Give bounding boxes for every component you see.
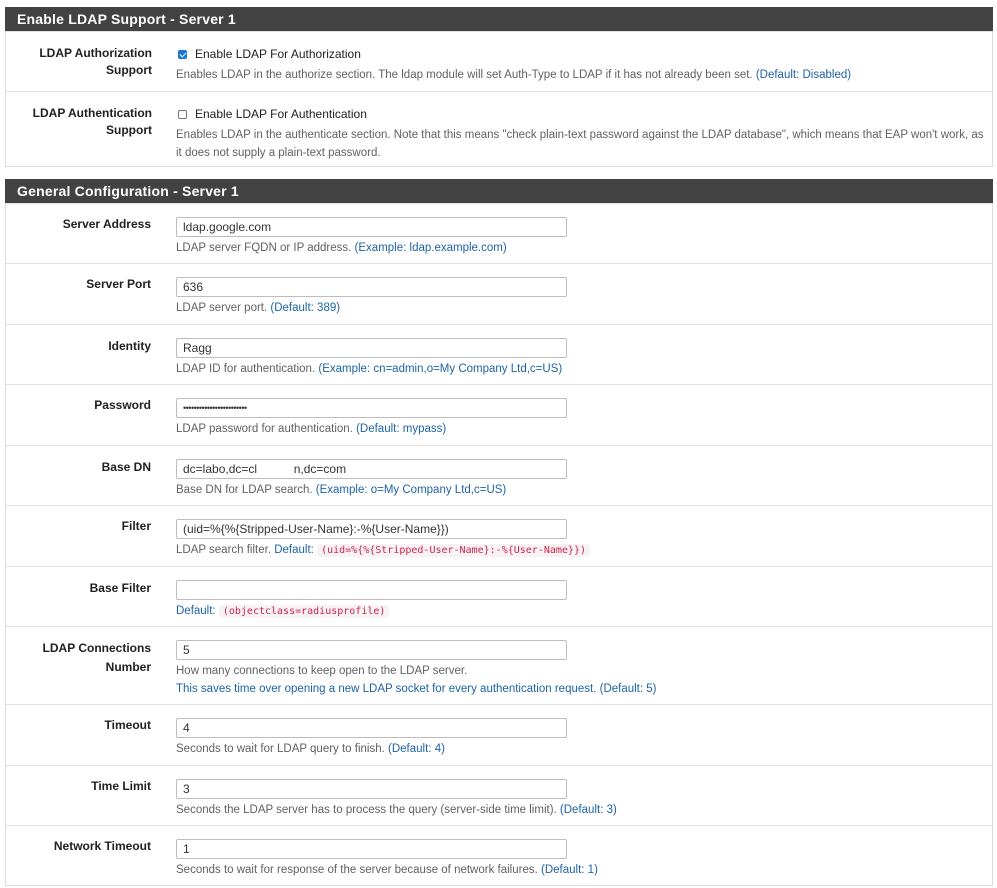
- server-port-default: (Default: 389): [270, 302, 341, 314]
- timeout-input[interactable]: 4: [176, 718, 567, 738]
- ldap-authentication-label: LDAP Authentication Support: [32, 106, 152, 137]
- server-address-help: LDAP server FQDN or IP address.: [176, 242, 352, 254]
- filter-default-prefix: Default:: [274, 544, 314, 556]
- server-port-input[interactable]: 636: [176, 277, 567, 297]
- base-dn-help: Base DN for LDAP search.: [176, 484, 313, 496]
- base-filter-input[interactable]: [176, 580, 567, 600]
- server-port-help: LDAP server port.: [176, 302, 268, 314]
- ldap-authorization-label: LDAP Authorization Support: [39, 46, 152, 77]
- ldap-authentication-checkbox-label[interactable]: Enable LDAP For Authentication: [195, 107, 367, 121]
- base-filter-default-prefix: Default:: [176, 605, 216, 617]
- timeout-help: Seconds to wait for LDAP query to finish…: [176, 743, 385, 755]
- server-address-default: (Example: ldap.example.com): [354, 242, 507, 254]
- general-config-panel: General Configuration - Server 1 Server …: [5, 179, 993, 886]
- network-timeout-help: Seconds to wait for response of the serv…: [176, 864, 538, 876]
- ldap-authentication-checkbox[interactable]: [178, 109, 187, 119]
- filter-help: LDAP search filter.: [176, 544, 272, 556]
- connections-help2: This saves time over opening a new LDAP …: [176, 683, 597, 695]
- identity-default: (Example: cn=admin,o=My Company Ltd,c=US…: [318, 363, 563, 375]
- time-limit-help: Seconds the LDAP server has to process t…: [176, 804, 557, 816]
- identity-input[interactable]: Ragg: [176, 338, 567, 358]
- network-timeout-row: Network Timeout 1 Seconds to wait for re…: [6, 825, 992, 884]
- network-timeout-label: Network Timeout: [53, 839, 151, 853]
- ldap-authorization-default: (Default: Disabled): [755, 69, 852, 81]
- base-dn-default: (Example: o=My Company Ltd,c=US): [315, 484, 507, 496]
- time-limit-label: Time Limit: [91, 779, 151, 793]
- password-help: LDAP password for authentication.: [176, 423, 353, 435]
- filter-input[interactable]: (uid=%{%{Stripped-User-Name}:-%{User-Nam…: [176, 519, 567, 539]
- timeout-row: Timeout 4 Seconds to wait for LDAP query…: [6, 704, 992, 765]
- password-input[interactable]: ••••••••••••••••••••••••: [176, 398, 567, 418]
- network-timeout-default: (Default: 1): [541, 864, 598, 876]
- network-timeout-input[interactable]: 1: [176, 839, 567, 859]
- time-limit-default: (Default: 3): [559, 804, 617, 816]
- base-dn-input[interactable]: dc=labo,dc=cl n,dc=com: [176, 459, 567, 479]
- connections-help: How many connections to keep open to the…: [176, 665, 468, 677]
- connections-row: LDAP Connections Number 5 How many conne…: [6, 626, 992, 704]
- server-port-label: Server Port: [86, 277, 151, 291]
- ldap-support-panel: Enable LDAP Support - Server 1 LDAP Auth…: [5, 7, 993, 167]
- identity-help: LDAP ID for authentication.: [176, 363, 316, 375]
- timeout-label: Timeout: [104, 718, 151, 732]
- server-address-label: Server Address: [62, 217, 151, 231]
- time-limit-input[interactable]: 3: [176, 779, 567, 799]
- panel-title: Enable LDAP Support - Server 1: [5, 7, 993, 31]
- password-label: Password: [94, 398, 151, 412]
- ldap-authentication-row: LDAP Authentication Support Enable LDAP …: [6, 91, 992, 167]
- ldap-authorization-help: Enables LDAP in the authorize section. T…: [176, 69, 753, 81]
- base-dn-row: Base DN dc=labo,dc=cl n,dc=com Base DN f…: [6, 445, 992, 505]
- ldap-authorization-checkbox-label[interactable]: Enable LDAP For Authorization: [195, 47, 361, 61]
- filter-label: Filter: [121, 519, 151, 533]
- server-address-row: Server Address ldap.google.com LDAP serv…: [6, 203, 992, 263]
- connections-label: LDAP Connections Number: [42, 641, 151, 674]
- base-filter-label: Base Filter: [89, 581, 151, 595]
- server-address-input[interactable]: ldap.google.com: [176, 217, 567, 237]
- time-limit-row: Time Limit 3 Seconds the LDAP server has…: [6, 765, 992, 825]
- connections-default: (Default: 5): [599, 683, 657, 695]
- base-filter-row: Base Filter Default: (objectclass=radius…: [6, 566, 992, 626]
- connections-input[interactable]: 5: [176, 640, 567, 660]
- panel-title: General Configuration - Server 1: [5, 179, 993, 203]
- base-dn-label: Base DN: [101, 460, 151, 474]
- filter-row: Filter (uid=%{%{Stripped-User-Name}:-%{U…: [6, 505, 992, 566]
- password-default: (Default: mypass): [356, 423, 447, 435]
- ldap-authentication-help: Enables LDAP in the authenticate section…: [176, 129, 984, 159]
- ldap-authorization-checkbox[interactable]: [178, 49, 187, 59]
- base-filter-default-code: (objectclass=radiusprofile): [218, 605, 390, 618]
- ldap-authorization-row: LDAP Authorization Support Enable LDAP F…: [6, 31, 992, 91]
- filter-default-code: (uid=%{%{Stripped-User-Name}:-%{User-Nam…: [317, 544, 590, 557]
- password-row: Password •••••••••••••••••••••••• LDAP p…: [6, 384, 992, 445]
- server-port-row: Server Port 636 LDAP server port. (Defau…: [6, 263, 992, 324]
- timeout-default: (Default: 4): [388, 743, 445, 755]
- identity-label: Identity: [108, 339, 151, 353]
- identity-row: Identity Ragg LDAP ID for authentication…: [6, 324, 992, 384]
